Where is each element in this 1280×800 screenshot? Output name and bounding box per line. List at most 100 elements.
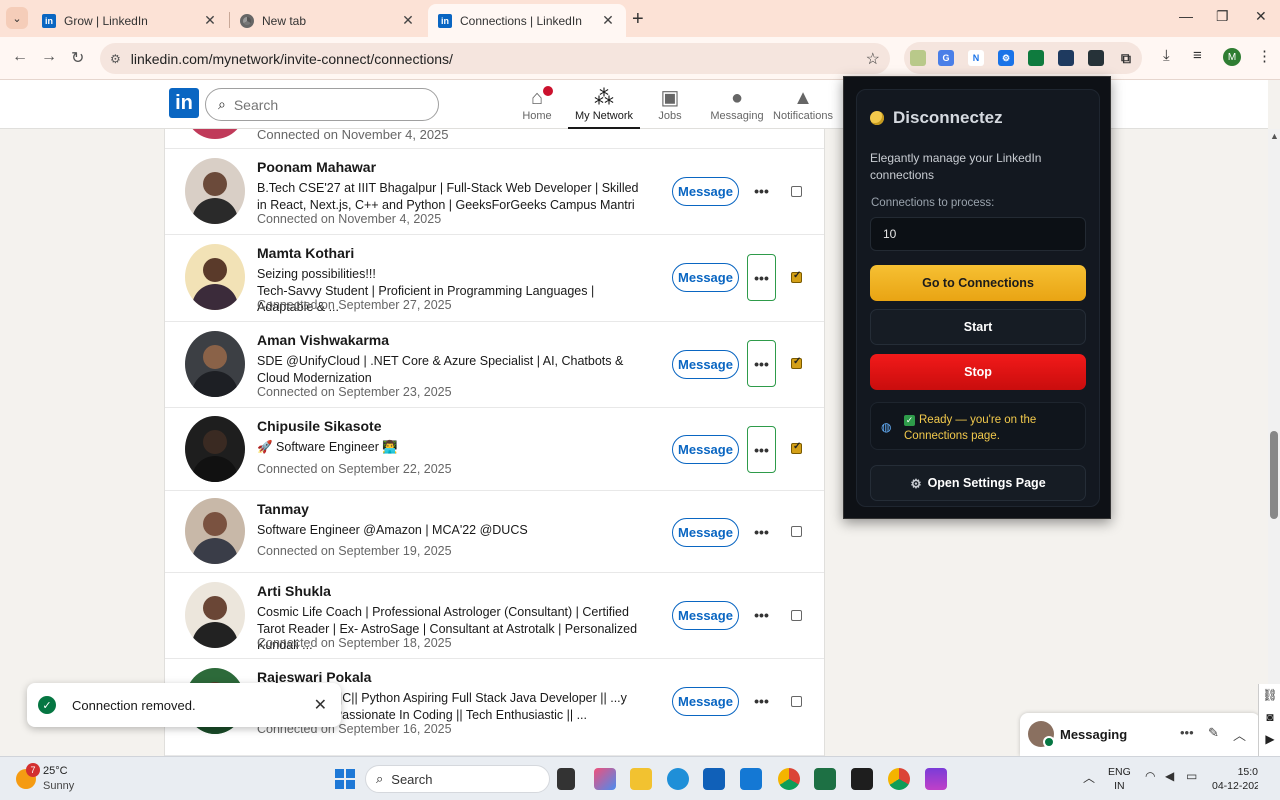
profile-photo[interactable]	[185, 416, 245, 482]
more-options-button[interactable]: •••	[747, 426, 776, 473]
url-text[interactable]: linkedin.com/mynetwork/invite-connect/co…	[131, 51, 453, 67]
more-options-button[interactable]: •••	[747, 167, 776, 214]
more-options-button[interactable]: •••	[747, 591, 776, 638]
messaging-more-icon[interactable]: •••	[1180, 725, 1194, 740]
copilot-icon[interactable]	[594, 768, 616, 790]
connection-name[interactable]: Poonam Mahawar	[257, 159, 376, 175]
select-checkbox[interactable]	[791, 696, 802, 707]
tab-search-button[interactable]: ⌄	[6, 7, 28, 29]
select-checkbox[interactable]	[791, 526, 802, 537]
nav-jobs[interactable]: ▣ Jobs	[634, 86, 706, 122]
profile-photo[interactable]	[185, 158, 245, 224]
chrome-icon[interactable]	[778, 768, 800, 790]
tab-close-icon[interactable]: ✕	[400, 12, 416, 29]
more-options-button[interactable]: •••	[747, 340, 776, 387]
compose-icon[interactable]: ✎	[1208, 725, 1219, 741]
downloads-icon[interactable]: ⤓	[1163, 47, 1170, 64]
dark-extension-icon[interactable]	[1058, 50, 1074, 66]
messaging-dock[interactable]: Messaging ••• ✎ ︿	[1020, 713, 1260, 756]
nav-my-network[interactable]: ⁂ My Network	[568, 86, 640, 129]
app-stack-icon[interactable]	[925, 768, 947, 790]
tab-grow-linkedin[interactable]: in Grow | LinkedIn ✕	[32, 4, 228, 37]
notes-extension-icon[interactable]	[910, 50, 926, 66]
edge-icon[interactable]	[667, 768, 689, 790]
message-button[interactable]: Message	[672, 263, 739, 292]
message-button[interactable]: Message	[672, 350, 739, 379]
tab-close-icon[interactable]: ✕	[202, 12, 218, 29]
start-button[interactable]: Start	[870, 309, 1086, 345]
excel-icon[interactable]	[814, 768, 836, 790]
tray-chevron-up-icon[interactable]: ︿	[1083, 769, 1095, 786]
more-options-button[interactable]: •••	[747, 677, 776, 724]
chevron-up-icon[interactable]: ︿	[1233, 725, 1246, 744]
reload-button[interactable]: ↻	[71, 48, 84, 68]
taskbar-search[interactable]: ⌕ Search	[365, 765, 550, 793]
file-explorer-icon[interactable]	[630, 768, 652, 790]
clock[interactable]: 15:0 04-12-202	[1212, 765, 1258, 793]
chrome-menu-icon[interactable]: ⋮	[1257, 47, 1272, 65]
wifi-icon[interactable]: ◠	[1145, 769, 1155, 783]
search-input[interactable]	[233, 96, 414, 113]
connections-count-input[interactable]	[870, 217, 1086, 251]
select-checkbox[interactable]	[791, 356, 802, 369]
terminal-icon[interactable]	[851, 768, 873, 790]
maximize-button[interactable]: ❐	[1216, 8, 1229, 25]
store-icon[interactable]	[703, 768, 725, 790]
media-controls-icon[interactable]: ≡	[1193, 47, 1202, 64]
select-checkbox[interactable]	[791, 270, 802, 283]
outlook-icon[interactable]	[740, 768, 762, 790]
linkedin-logo[interactable]: in	[169, 88, 199, 118]
more-options-button[interactable]: •••	[747, 508, 776, 555]
tab-new-tab[interactable]: New tab ✕	[230, 4, 426, 37]
nav-home[interactable]: ⌂ Home	[501, 84, 573, 122]
close-window-button[interactable]: ✕	[1255, 8, 1267, 25]
nav-notifications[interactable]: ▲ Notifications	[767, 86, 839, 122]
new-tab-button[interactable]: +	[632, 8, 644, 31]
go-to-connections-button[interactable]: Go to Connections	[870, 265, 1086, 301]
camera-icon[interactable]: ◙	[1259, 706, 1280, 728]
n-extension-icon[interactable]: N	[968, 50, 984, 66]
select-checkbox[interactable]	[791, 441, 802, 454]
scrollbar-thumb[interactable]	[1270, 431, 1278, 519]
linkedin-search-box[interactable]: ⌕	[205, 88, 439, 121]
video-icon[interactable]: ▶	[1259, 728, 1280, 750]
message-button[interactable]: Message	[672, 518, 739, 547]
translate-extension-icon[interactable]: G	[938, 50, 954, 66]
volume-icon[interactable]: ◀	[1165, 769, 1174, 783]
tab-connections-linkedin[interactable]: in Connections | LinkedIn ✕	[428, 4, 626, 37]
connection-name[interactable]: Tanmay	[257, 501, 309, 517]
select-checkbox[interactable]	[791, 610, 802, 621]
tab-close-icon[interactable]: ✕	[600, 12, 616, 29]
nav-messaging[interactable]: ● Messaging	[701, 86, 773, 122]
select-checkbox[interactable]	[791, 186, 802, 197]
stop-button[interactable]: Stop	[870, 354, 1086, 390]
extensions-puzzle-icon[interactable]: ⧉	[1118, 50, 1134, 66]
message-button[interactable]: Message	[672, 687, 739, 716]
task-view-icon[interactable]	[557, 768, 575, 790]
minimize-button[interactable]: —	[1179, 8, 1193, 24]
connection-name[interactable]: Aman Vishwakarma	[257, 332, 389, 348]
forward-button[interactable]: →	[41, 48, 57, 66]
side-link-icon[interactable]: ⛓	[1259, 684, 1280, 706]
messaging-title[interactable]: Messaging	[1060, 727, 1127, 742]
chrome-profile-icon[interactable]	[888, 768, 910, 790]
site-info-icon[interactable]: ⚙	[110, 52, 121, 66]
message-button[interactable]: Message	[672, 601, 739, 630]
battery-icon[interactable]: ▭	[1186, 769, 1197, 783]
connection-name[interactable]: Arti Shukla	[257, 583, 331, 599]
web-extension-icon[interactable]: ⚙	[998, 50, 1014, 66]
page-scrollbar[interactable]: ▲	[1268, 129, 1280, 756]
connection-name[interactable]: Mamta Kothari	[257, 245, 354, 261]
address-bar[interactable]: ⚙ linkedin.com/mynetwork/invite-connect/…	[100, 43, 890, 74]
profile-avatar[interactable]: M	[1223, 48, 1241, 66]
green-extension-icon[interactable]	[1028, 50, 1044, 66]
bookmark-star-icon[interactable]: ☆	[866, 49, 880, 69]
profile-photo[interactable]	[185, 498, 245, 564]
profile-photo[interactable]	[185, 331, 245, 397]
windows-start-icon[interactable]	[335, 769, 355, 789]
back-button[interactable]: ←	[12, 48, 28, 66]
toast-close-button[interactable]: ✕	[314, 695, 327, 715]
profile-photo[interactable]	[185, 244, 245, 310]
message-button[interactable]: Message	[672, 435, 739, 464]
scroll-up-arrow-icon[interactable]: ▲	[1270, 131, 1279, 141]
